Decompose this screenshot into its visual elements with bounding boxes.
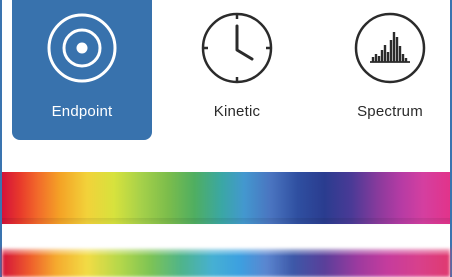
tab-kinetic[interactable]: Kinetic [167, 0, 307, 140]
spectrum-icon [354, 12, 426, 84]
mode-tab-bar: Endpoint Kinetic Spectrum [2, 0, 450, 140]
clock-icon [201, 12, 273, 84]
target-icon [47, 13, 117, 83]
tab-endpoint-label: Endpoint [51, 103, 113, 120]
spectrum-bar-lower-fade [2, 244, 450, 256]
tab-kinetic-label: Kinetic [213, 103, 261, 120]
measurement-mode-panel: Endpoint Kinetic Spectrum [0, 0, 452, 277]
tab-endpoint[interactable]: Endpoint [12, 0, 152, 140]
tab-spectrum-label: Spectrum [357, 103, 423, 120]
tab-spectrum[interactable]: Spectrum [320, 0, 452, 140]
spectrum-bar-shadow [2, 218, 450, 226]
spectrum-gradient-bar [2, 172, 450, 224]
